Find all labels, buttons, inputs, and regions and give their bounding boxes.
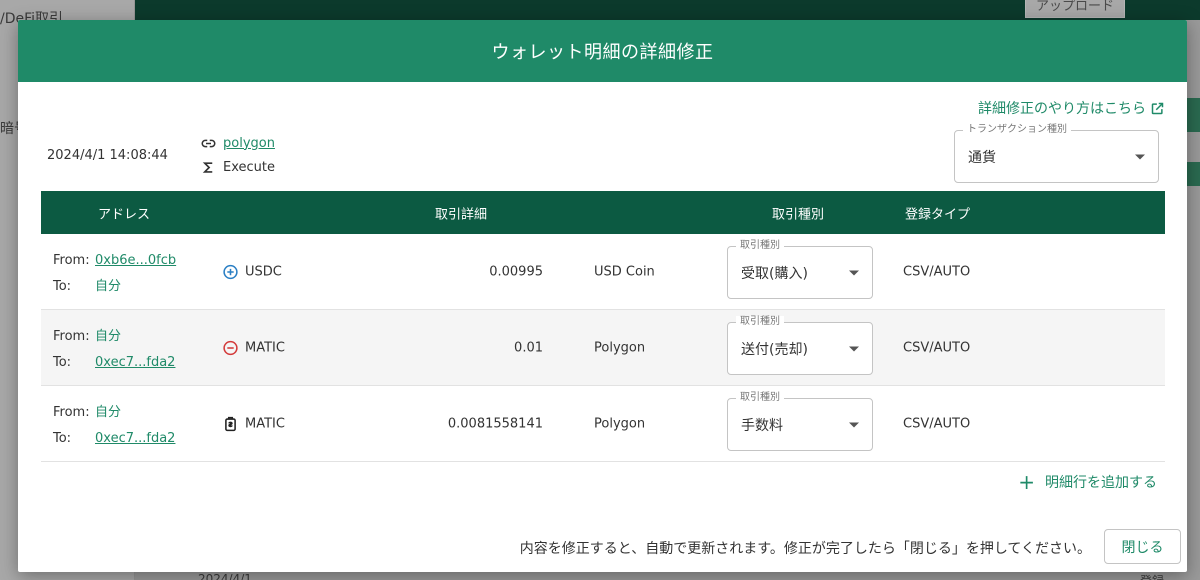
plus-icon: + — [1018, 470, 1035, 494]
header-type: 取引種別 — [772, 207, 825, 222]
caret-down-icon — [1135, 154, 1145, 159]
wallet-detail-modal: ウォレット明細の詳細修正 詳細修正のやり方はこちら 2024/4/1 14:08… — [18, 20, 1187, 572]
coin-cell: USDC — [222, 263, 282, 280]
link-icon — [201, 139, 216, 147]
registration-type: CSV/AUTO — [903, 416, 971, 431]
add-row-button[interactable]: + 明細行を追加する — [1018, 472, 1157, 492]
from-label: From: — [53, 253, 90, 268]
amount: 0.00995 — [489, 264, 543, 279]
add-row-label: 明細行を追加する — [1045, 475, 1157, 491]
caret-down-icon — [849, 270, 859, 275]
detail-table: アドレス 取引詳細 取引種別 登録タイプ From: 0xb6e...0fcb T… — [41, 191, 1165, 462]
bg-upload-button: アップロード — [1025, 0, 1126, 18]
row-type-value: 送付(売却) — [741, 341, 808, 358]
fee-icon — [225, 416, 236, 431]
plus-circle-icon — [223, 264, 238, 279]
header-detail: 取引詳細 — [435, 207, 488, 222]
registration-type: CSV/AUTO — [903, 264, 971, 279]
from-label: From: — [53, 405, 90, 420]
method-name: Execute — [223, 159, 275, 175]
row-type-value: 手数料 — [741, 417, 783, 434]
row-type-legend: 取引種別 — [736, 316, 784, 328]
to-address-link[interactable]: 0xec7...fda2 — [95, 426, 175, 452]
header-address: アドレス — [98, 207, 151, 222]
coin-name: Polygon — [594, 340, 646, 355]
table-row: From: 自分 To: 0xec7...fda2 MATIC 0.00815581… — [41, 386, 1165, 462]
bg-bottom-button: 登録 — [1140, 572, 1164, 580]
from-address-link[interactable]: 0xb6e...0fcb — [95, 248, 176, 274]
from-address: 自分 — [95, 329, 122, 344]
coin-cell: MATIC — [222, 339, 285, 356]
transaction-type-select[interactable]: トランザクション種別 通貨 — [954, 124, 1159, 183]
row-type-legend: 取引種別 — [736, 240, 784, 252]
external-link-icon — [1151, 102, 1164, 114]
bg-bottom-date: 2024/4/1 — [198, 572, 252, 580]
caret-down-icon — [849, 346, 859, 351]
transaction-meta: polygon Execute — [201, 131, 275, 179]
to-label: To: — [53, 279, 72, 294]
table-row: From: 自分 To: 0xec7...fda2 MATIC 0.01 Polyg… — [41, 310, 1165, 386]
row-type-value: 受取(購入) — [741, 265, 808, 282]
coin-name: USD Coin — [594, 264, 655, 279]
howto-link[interactable]: 詳細修正のやり方はこちら — [978, 98, 1165, 118]
to-label: To: — [53, 355, 72, 370]
amount: 0.0081558141 — [447, 416, 543, 431]
row-type-select[interactable]: 取引種別 受取(購入) — [727, 240, 873, 299]
minus-circle-icon — [223, 340, 238, 355]
from-address: 自分 — [95, 405, 122, 420]
row-type-legend: 取引種別 — [736, 392, 784, 404]
amount: 0.01 — [514, 340, 543, 355]
to-label: To: — [53, 431, 72, 446]
address-cell: From: 0xb6e...0fcb To: 自分 — [53, 248, 176, 300]
coin-symbol: MATIC — [245, 416, 285, 431]
footer-note: 内容を修正すると、自動で更新されます。修正が完了したら「閉じる」を押してください… — [519, 541, 1091, 557]
caret-down-icon — [849, 422, 859, 427]
coin-symbol: USDC — [245, 264, 282, 279]
registration-type: CSV/AUTO — [903, 340, 971, 355]
to-address-link[interactable]: 0xec7...fda2 — [95, 350, 175, 376]
header-registration: 登録タイプ — [905, 207, 971, 222]
network-link[interactable]: polygon — [223, 136, 275, 151]
transaction-date: 2024/4/1 14:08:44 — [47, 148, 168, 163]
coin-symbol: MATIC — [245, 340, 285, 355]
table-header: アドレス 取引詳細 取引種別 登録タイプ — [41, 191, 1165, 234]
table-row: From: 0xb6e...0fcb To: 自分 USDC 0.00995 USD… — [41, 234, 1165, 310]
coin-name: Polygon — [594, 416, 646, 431]
modal-title: ウォレット明細の詳細修正 — [491, 42, 714, 63]
row-type-select[interactable]: 取引種別 送付(売却) — [727, 316, 873, 375]
row-type-select[interactable]: 取引種別 手数料 — [727, 392, 873, 451]
transaction-type-value: 通貨 — [968, 149, 996, 166]
howto-link-label: 詳細修正のやり方はこちら — [978, 101, 1146, 117]
sigma-icon — [202, 161, 213, 173]
address-cell: From: 自分 To: 0xec7...fda2 — [53, 400, 175, 452]
close-button[interactable]: 閉じる — [1104, 529, 1181, 564]
transaction-type-legend: トランザクション種別 — [963, 124, 1071, 136]
address-cell: From: 自分 To: 0xec7...fda2 — [53, 324, 175, 376]
from-label: From: — [53, 329, 90, 344]
coin-cell: MATIC — [222, 415, 285, 432]
modal-header: ウォレット明細の詳細修正 — [18, 20, 1187, 82]
to-address: 自分 — [95, 279, 122, 294]
